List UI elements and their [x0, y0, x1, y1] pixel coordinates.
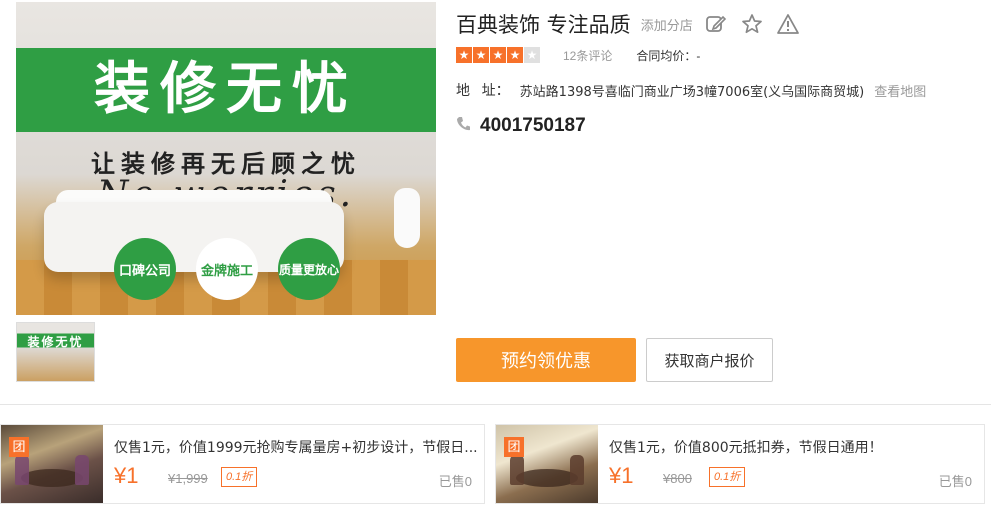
hero-badge-construction: 金牌施工 [196, 238, 258, 300]
deal-title[interactable]: 仅售1元，价值1999元抢购专属量房+初步设计，节假日... [114, 437, 478, 457]
group-deal-card[interactable]: 团 仅售1元，价值800元抵扣券，节假日通用！ ¥1 ¥800 0.1折 已售0 [495, 424, 985, 504]
deal-image-chair [75, 455, 89, 485]
book-discount-button[interactable]: 预约领优惠 [456, 338, 636, 382]
deal-price: ¥1 [609, 463, 634, 488]
deal-image-chair [570, 455, 584, 485]
review-count-link[interactable]: 12条评论 [563, 47, 612, 64]
rating-star-icon: ★ [473, 47, 489, 63]
deal-image-chair [15, 455, 29, 485]
hero-badge-quality: 质量更放心 [278, 238, 340, 300]
group-buy-badge: 团 [9, 437, 29, 457]
deal-original-price: ¥1,999 [168, 471, 208, 486]
hero-badge-reputation: 口碑公司 [114, 238, 176, 300]
deal-sold-count: 已售0 [438, 474, 472, 489]
deal-image-table [516, 469, 578, 487]
shop-name: 百典装饰 专注品质 [456, 13, 631, 37]
rating-star-icon: ★ [490, 47, 506, 63]
add-branch-link[interactable]: 添加分店 [641, 15, 693, 34]
get-quote-button[interactable]: 获取商户报价 [646, 338, 773, 382]
shop-title-row: 百典装饰 专注品质 添加分店 [456, 8, 801, 40]
rating-star-empty-icon: ★ [524, 47, 540, 63]
deal-price: ¥1 [114, 463, 139, 488]
star-favorite-icon[interactable] [739, 11, 765, 37]
rating-star-icon: ★ [456, 47, 472, 63]
group-deal-card[interactable]: 团 仅售1元，价值1999元抢购专属量房+初步设计，节假日... ¥1 ¥1,9… [0, 424, 485, 504]
phone-number: 4001750187 [480, 115, 586, 136]
report-warning-icon[interactable] [775, 11, 801, 37]
deal-discount-badge: 0.1折 [221, 467, 258, 487]
address-text: 苏站路1398号喜临门商业广场3幢7006室(义乌国际商贸城) [519, 84, 865, 100]
address-row: 地 址： 苏站路1398号喜临门商业广场3幢7006室(义乌国际商贸城) 查看地… [456, 80, 926, 100]
gallery-thumbnail[interactable]: 装修无忧 [16, 322, 95, 382]
address-label: 地 址： [456, 82, 510, 98]
deal-discount-badge: 0.1折 [709, 467, 746, 487]
hero-headline: 装修无忧 [94, 57, 358, 122]
hero-vase [394, 188, 420, 248]
deal-sold-count: 已售0 [938, 474, 972, 489]
phone-icon [456, 116, 470, 137]
rating-row: ★ ★ ★ ★ ★ 12条评论 合同均价：- [456, 45, 700, 65]
group-buy-badge: 团 [504, 437, 524, 457]
view-map-link[interactable]: 查看地图 [874, 81, 926, 100]
section-divider [0, 404, 991, 405]
deal-title[interactable]: 仅售1元，价值800元抵扣券，节假日通用！ [609, 437, 883, 457]
rating-star-icon: ★ [507, 47, 523, 63]
deal-image: 团 [1, 425, 103, 503]
phone-row: 4001750187 [456, 114, 586, 138]
edit-icon[interactable] [703, 11, 729, 37]
shop-hero-image[interactable]: 装修无忧 让装修再无后顾之忧 No worries. 口碑公司 金牌施工 质量更… [16, 2, 436, 315]
deal-image: 团 [496, 425, 598, 503]
contract-price: 合同均价：- [636, 48, 701, 63]
deal-image-table [21, 469, 83, 487]
thumbnail-label: 装修无忧 [27, 335, 84, 349]
deal-original-price: ¥800 [663, 471, 692, 486]
deal-image-chair [510, 455, 524, 485]
